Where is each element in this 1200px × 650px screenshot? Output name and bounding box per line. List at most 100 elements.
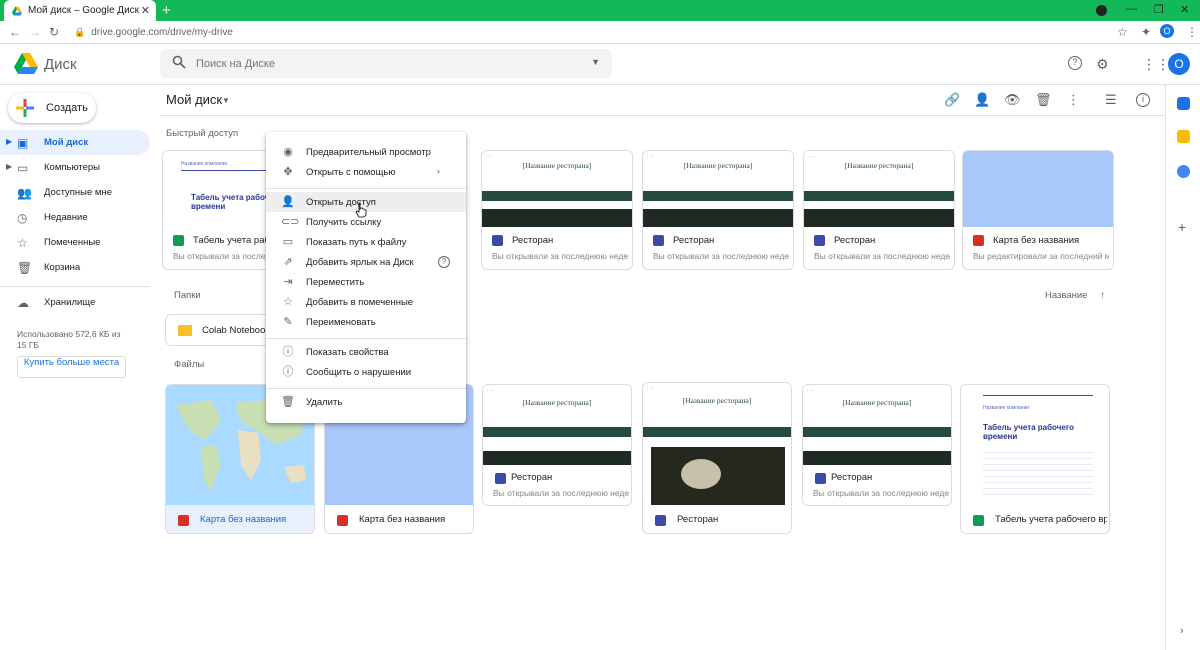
sheets-file-icon bbox=[973, 515, 984, 526]
create-button[interactable]: Создать bbox=[8, 93, 96, 123]
menu-item-add-star[interactable]: ☆ Добавить в помеченные bbox=[266, 292, 466, 312]
menu-item-rename[interactable]: ✎ Переименовать bbox=[266, 312, 466, 332]
tasks-icon[interactable] bbox=[1177, 165, 1190, 178]
extensions-icon[interactable]: ✦ bbox=[1141, 25, 1151, 39]
browser-menu-icon[interactable]: ⋮ bbox=[1186, 25, 1198, 39]
sidebar-item-computers[interactable]: ▶ ▭ Компьютеры bbox=[0, 155, 150, 180]
drive-header: Диск ▼ ? ⚙ ⋮⋮ O bbox=[0, 44, 1200, 85]
menu-item-report[interactable]: ⓘ Сообщить о нарушении bbox=[266, 362, 466, 382]
share-person-icon[interactable]: 👤 bbox=[974, 92, 990, 108]
menu-item-add-shortcut[interactable]: ⇗ Добавить ярлык на Диск ? bbox=[266, 252, 466, 272]
apps-grid-icon[interactable]: ⋮⋮ bbox=[1142, 56, 1170, 73]
sidebar-item-storage[interactable]: ☁ Хранилище bbox=[0, 290, 150, 315]
arrow-up-icon[interactable]: ↑ bbox=[1100, 290, 1105, 301]
profile-icon[interactable] bbox=[1096, 5, 1107, 16]
folder-icon: ▭ bbox=[282, 236, 294, 248]
details-info-icon[interactable]: i bbox=[1136, 93, 1150, 107]
menu-item-open-with[interactable]: ✥ Открыть с помощью › bbox=[266, 162, 466, 182]
chevron-down-icon[interactable]: ▼ bbox=[222, 96, 230, 105]
calendar-icon[interactable] bbox=[1177, 97, 1190, 110]
file-name: Ресторан bbox=[512, 235, 554, 246]
file-card[interactable]: · · · [Название ресторана] Ресторан Вы о… bbox=[482, 384, 632, 506]
delete-icon[interactable]: 🗑 bbox=[1035, 92, 1052, 108]
add-addon-icon[interactable]: + bbox=[1178, 219, 1186, 235]
file-activity: Вы открывали за последнюю неделю bbox=[653, 251, 789, 261]
menu-item-show-location[interactable]: ▭ Показать путь к файлу bbox=[266, 232, 466, 252]
food-photo bbox=[651, 447, 785, 505]
preview-eye-icon[interactable]: 👁 bbox=[1004, 92, 1021, 108]
page-title[interactable]: Мой диск bbox=[166, 92, 222, 107]
keep-icon[interactable] bbox=[1177, 130, 1190, 143]
menu-item-preview[interactable]: ◉ Предварительный просмотр bbox=[266, 142, 466, 162]
link-icon[interactable]: 🔗 bbox=[944, 92, 960, 108]
back-icon[interactable]: ← bbox=[9, 25, 21, 39]
help-icon[interactable]: ? bbox=[1068, 56, 1082, 70]
sidebar-item-trash[interactable]: 🗑 Корзина bbox=[0, 255, 150, 280]
file-activity: Вы открывали за последнюю неделю bbox=[814, 251, 950, 261]
minimize-icon[interactable]: — bbox=[1126, 3, 1137, 15]
quick-access-card[interactable]: · · · [Название ресторана] Ресторан Вы о… bbox=[803, 150, 955, 270]
search-input[interactable] bbox=[196, 54, 576, 73]
new-tab-icon[interactable]: + bbox=[162, 2, 171, 19]
expand-arrow-icon[interactable]: ▶ bbox=[6, 137, 12, 146]
site-image bbox=[483, 451, 631, 465]
url-field[interactable]: 🔒 drive.google.com/drive/my-drive bbox=[74, 24, 1094, 41]
sites-file-icon bbox=[815, 473, 826, 484]
site-header-text: · · · bbox=[647, 154, 654, 159]
quick-access-card[interactable]: · · · [Название ресторана] Ресторан Вы о… bbox=[642, 150, 794, 270]
expand-arrow-icon[interactable]: ▶ bbox=[6, 162, 12, 171]
storage-usage-text: Использовано 572,6 КБ из 15 ГБ bbox=[17, 329, 121, 350]
sidebar-item-label: Помеченные bbox=[44, 237, 101, 248]
help-icon[interactable]: ? bbox=[438, 256, 450, 268]
sites-file-icon bbox=[495, 473, 506, 484]
bookmark-star-icon[interactable]: ☆ bbox=[1117, 25, 1128, 39]
menu-item-label: Показать свойства bbox=[306, 346, 389, 358]
search-options-icon[interactable]: ▼ bbox=[591, 57, 600, 67]
report-icon: ⓘ bbox=[282, 366, 294, 378]
people-icon: 👥 bbox=[17, 186, 32, 200]
more-options-icon[interactable]: ⋮ bbox=[1067, 92, 1080, 108]
sidebar-item-starred[interactable]: ☆ Помеченные bbox=[0, 230, 150, 255]
sort-by-name[interactable]: Название ↑ bbox=[1045, 290, 1105, 301]
buy-storage-button[interactable]: Купить больше места bbox=[17, 356, 126, 378]
close-tab-icon[interactable]: ✕ bbox=[141, 4, 150, 17]
menu-item-move[interactable]: ⇥ Переместить bbox=[266, 272, 466, 292]
thumb-company: Название компании bbox=[181, 161, 228, 167]
menu-item-delete[interactable]: 🗑 Удалить bbox=[266, 392, 466, 412]
reload-icon[interactable]: ↻ bbox=[49, 25, 59, 39]
site-banner bbox=[803, 427, 951, 437]
context-menu: ◉ Предварительный просмотр ✥ Открыть с п… bbox=[266, 132, 466, 423]
forward-icon[interactable]: → bbox=[29, 25, 41, 39]
settings-gear-icon[interactable]: ⚙ bbox=[1096, 56, 1109, 73]
list-view-icon[interactable]: ☰ bbox=[1105, 92, 1117, 108]
chevron-right-icon: › bbox=[437, 166, 440, 176]
chevron-right-icon[interactable]: › bbox=[1180, 625, 1184, 637]
thumb-title: [Название ресторана] bbox=[522, 161, 592, 170]
browser-tab[interactable]: Мой диск – Google Диск ✕ bbox=[4, 0, 156, 21]
app-name[interactable]: Диск bbox=[44, 56, 77, 73]
menu-item-label: Переименовать bbox=[306, 316, 376, 328]
quick-access-card[interactable]: · · · [Название ресторана] Ресторан Вы о… bbox=[481, 150, 633, 270]
menu-item-label: Добавить ярлык на Диск bbox=[306, 256, 414, 268]
sheet-thumbnail: Название компании Табель учета рабочего … bbox=[961, 385, 1109, 505]
file-card[interactable]: Название компании Табель учета рабочего … bbox=[960, 384, 1110, 534]
drive-logo-icon[interactable] bbox=[14, 53, 38, 74]
person-add-icon: 👤 bbox=[281, 196, 295, 208]
account-avatar[interactable]: O bbox=[1168, 53, 1190, 75]
site-image bbox=[643, 209, 793, 227]
maximize-icon[interactable]: ❐ bbox=[1154, 3, 1164, 16]
menu-item-details[interactable]: ⓘ Показать свойства bbox=[266, 342, 466, 362]
sidebar-item-my-drive[interactable]: ▶ ▣ Мой диск bbox=[0, 130, 150, 155]
close-window-icon[interactable]: ✕ bbox=[1180, 3, 1189, 16]
sidebar-item-shared[interactable]: 👥 Доступные мне bbox=[0, 180, 150, 205]
file-card[interactable]: · · · [Название ресторана] Ресторан Вы о… bbox=[802, 384, 952, 506]
sidebar-item-label: Мой диск bbox=[44, 137, 89, 148]
sidebar-item-recent[interactable]: ◷ Недавние bbox=[0, 205, 150, 230]
quick-access-card[interactable]: Карта без названия Вы редактировали за п… bbox=[962, 150, 1114, 270]
browser-profile-avatar[interactable]: O bbox=[1160, 24, 1174, 38]
sidebar-item-label: Корзина bbox=[44, 262, 81, 273]
site-header-text: · · · bbox=[647, 386, 654, 391]
search-bar[interactable]: ▼ bbox=[160, 49, 612, 78]
search-icon[interactable] bbox=[172, 55, 186, 69]
file-card[interactable]: · · · [Название ресторана] Ресторан bbox=[642, 382, 792, 534]
